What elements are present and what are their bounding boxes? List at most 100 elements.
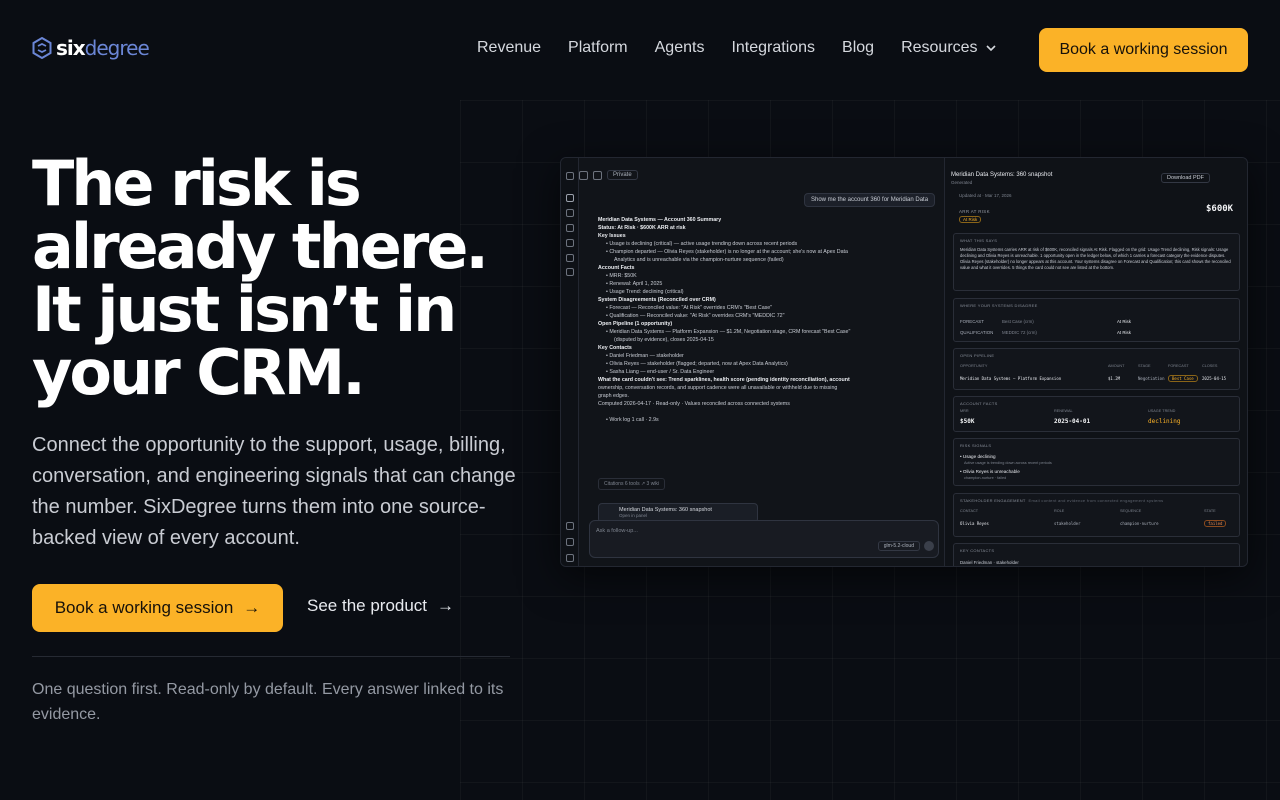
pipeline-forecast: Best Case (1168, 375, 1198, 382)
sidebar-toggle-icon (579, 170, 588, 180)
disagree-row: FORECAST Best Case (crm) At Risk (960, 319, 1235, 324)
contact-row: Daniel Friedman · stakeholder (960, 560, 1019, 565)
answer-line: Account Facts (598, 265, 635, 271)
col-header: MRR (960, 409, 969, 413)
answer-line: ownership, conversation records, and sup… (598, 385, 838, 391)
arrow-right-icon: → (437, 596, 455, 615)
nav-agents[interactable]: Agents (655, 39, 705, 57)
chart-icon (566, 239, 574, 247)
col-header: STATE (1204, 509, 1216, 513)
answer-line: Status: At Risk · $600K ARR at risk (598, 225, 686, 231)
open-pipeline-box: OPEN PIPELINE OPPORTUNITY AMOUNT STAGE F… (953, 348, 1240, 390)
col-header: SEQUENCE (1120, 509, 1142, 513)
answer-line: • Champion departed — Olivia Reyes (stak… (606, 249, 848, 255)
disagree-box: WHERE YOUR SYSTEMS DISAGREE FORECAST Bes… (953, 298, 1240, 342)
divider (32, 656, 510, 657)
snapshot-panel: Meridian Data Systems: 360 snapshot Gene… (944, 158, 1247, 566)
bell-icon (566, 522, 574, 530)
answer-line: • Olivia Reyes — stakeholder (flagged; d… (606, 361, 788, 367)
logo[interactable]: six degree (32, 36, 150, 60)
panel-title: Meridian Data Systems: 360 snapshot (951, 172, 1053, 178)
model-select: glm-5.2-cloud (877, 541, 920, 551)
document-icon (566, 254, 574, 262)
facts-header: MRR RENEWAL USAGE TREND (960, 409, 1235, 413)
download-pdf-button: Download PDF (1161, 173, 1210, 183)
new-chat-icon (593, 170, 602, 180)
snapshot-card-sub: Open in panel (619, 513, 648, 518)
arr-at-risk-label: ARR AT RISK (959, 209, 990, 214)
chat-toolbar: Private (579, 168, 638, 182)
disagree-field: FORECAST (960, 319, 984, 324)
app-sidebar-rail (561, 158, 579, 566)
risk-detail: Active usage is trending down across rec… (964, 461, 1052, 465)
hero-book-session-button[interactable]: Book a working session → (32, 584, 283, 632)
answer-line: • Qualification — Reconciled value: "At … (606, 313, 785, 319)
assistant-answer: Meridian Data Systems — Account 360 Summ… (598, 216, 943, 424)
user-question-bubble: Show me the account 360 for Meridian Dat… (804, 193, 936, 207)
facts-values: $50K 2025-04-01 declining (960, 418, 1235, 425)
stakeholder-state: failed (1204, 520, 1227, 527)
risk-detail: champion-nurture · failed (964, 476, 1007, 480)
chat-icon (566, 194, 574, 202)
nav-resources[interactable]: Resources (901, 39, 996, 57)
answer-line: • Meridian Data Systems — Platform Expan… (606, 329, 851, 335)
citations-bar: Citations 6 tools ↗ 3 wiki (598, 478, 666, 490)
hero-note: One question first. Read-only by default… (32, 681, 504, 723)
box-heading: RISK SIGNALS (960, 443, 992, 448)
fact-renewal: 2025-04-01 (1054, 418, 1091, 425)
col-header: STAGE (1138, 364, 1151, 368)
col-header: FORECAST (1168, 364, 1189, 368)
answer-line: • Forecast — Reconciled value: "At Risk"… (606, 305, 773, 311)
panel-updated: Updated at · Mar 17, 2026 (959, 193, 1012, 198)
answer-line: System Disagreements (Reconciled over CR… (598, 297, 716, 303)
stakeholder-contact: Olivia Reyes (960, 521, 989, 526)
answer-line: Computed 2026-04-17 · Read-only · Values… (598, 401, 790, 407)
col-header: CONTACT (960, 509, 979, 513)
see-product-link[interactable]: See the product → (307, 596, 454, 616)
stakeholder-heading: STAKEHOLDER ENGAGEMENT (960, 498, 1026, 503)
stakeholder-sequence: champion-nurture (1120, 521, 1159, 526)
hero-title-line: your CRM. (32, 336, 366, 409)
fact-usage-trend: declining (1148, 418, 1181, 425)
hero-title-line: The risk is (32, 147, 362, 220)
answer-line: Analytics and is unreachable via the cha… (614, 257, 784, 263)
risk-signals-box: RISK SIGNALS • Usage declining Active us… (953, 438, 1240, 486)
disagree-row: QUALIFICATION MEDDIC 72 (crm) At Risk (960, 330, 1235, 335)
answer-line: • Daniel Friedman — stakeholder (606, 353, 684, 359)
box-heading: WHAT THIS SAYS (960, 238, 998, 243)
answer-line: • Work log 1 call · 2.9s (606, 417, 659, 423)
visibility-select: Private (607, 170, 638, 180)
answer-line: Meridian Data Systems — Account 360 Summ… (598, 217, 722, 223)
risk-item: • Usage declining (960, 454, 996, 459)
answer-line: Key Contacts (598, 345, 632, 351)
disagree-crm: Best Case (crm) (1002, 319, 1034, 324)
answer-line: • Renewal: April 1, 2025 (606, 281, 663, 287)
box-heading: STAKEHOLDER ENGAGEMENT Email content and… (960, 498, 1163, 503)
nav-book-session-button[interactable]: Book a working session (1039, 28, 1248, 72)
hero-cta-label: Book a working session (54, 598, 234, 617)
grid-icon (566, 224, 574, 232)
disagree-field: QUALIFICATION (960, 330, 994, 335)
pipeline-stage: Negotiation (1138, 376, 1165, 381)
stakeholder-row: Olivia Reyes stakeholder champion-nurtur… (960, 520, 1235, 527)
hero-subtitle: Connect the opportunity to the support, … (32, 434, 516, 549)
nav-blog[interactable]: Blog (842, 39, 874, 57)
hero-title: The risk is already there. It just isn’t… (32, 152, 502, 404)
disagree-reconciled: At Risk (1117, 319, 1131, 324)
pipeline-amount: $1.2M (1108, 376, 1121, 381)
stakeholder-box: STAKEHOLDER ENGAGEMENT Email content and… (953, 493, 1240, 537)
send-icon (924, 541, 934, 551)
disagree-crm: MEDDIC 72 (crm) (1002, 330, 1037, 335)
nav-revenue[interactable]: Revenue (477, 39, 541, 57)
logo-icon (566, 172, 574, 180)
nav-platform[interactable]: Platform (568, 39, 628, 57)
box-heading: ACCOUNT FACTS (960, 401, 998, 406)
globe-icon (566, 209, 574, 217)
top-nav: six degree Revenue Platform Agents Integ… (0, 0, 1280, 100)
see-product-label: See the product (307, 596, 428, 615)
answer-line: graph edges. (598, 393, 629, 399)
nav-integrations[interactable]: Integrations (731, 39, 815, 57)
answer-line: • Usage Trend: declining (critical) (606, 289, 684, 295)
stakeholder-role: stakeholder (1054, 521, 1081, 526)
arr-at-risk-value: $600K (1206, 204, 1234, 214)
